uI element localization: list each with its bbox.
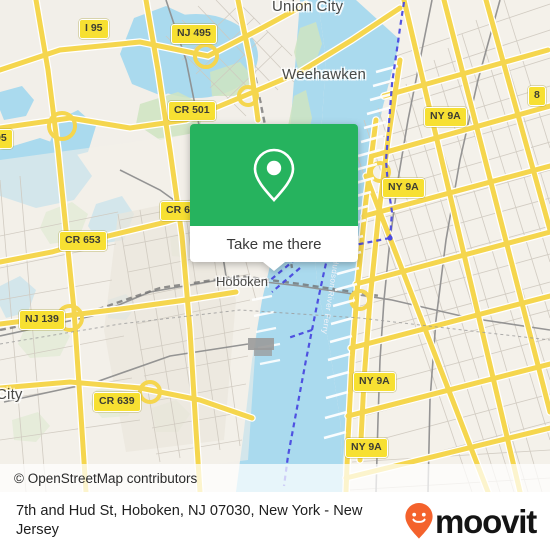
osm-attribution-bar: © OpenStreetMap contributors [0,464,550,492]
route-shield[interactable]: NJ 139 [19,310,65,330]
route-shield[interactable]: CR 501 [168,101,216,121]
map-pin-icon [253,148,295,202]
route-shield[interactable]: I 95 [79,19,109,39]
route-shield[interactable]: CR 639 [93,392,141,412]
route-shield[interactable]: 8 [528,86,546,106]
osm-attribution-text[interactable]: © OpenStreetMap contributors [14,471,197,486]
route-shield[interactable]: CR 653 [59,231,107,251]
route-shield[interactable]: 95 [0,129,13,149]
moovit-location-card: Union City Weehawken Hoboken City I 95 N… [0,0,550,550]
route-shield[interactable]: NY 9A [424,107,467,127]
moovit-pin-icon [405,503,433,539]
route-shield[interactable]: NJ 495 [171,24,217,44]
route-shield[interactable]: NY 9A [353,372,396,392]
location-callout-card[interactable]: Take me there [190,124,358,271]
route-shield[interactable]: NY 9A [382,178,425,198]
take-me-there-button[interactable]: Take me there [190,226,358,262]
moovit-logo[interactable]: moovit [404,502,542,540]
footer-bar: 7th and Hud St, Hoboken, NJ 07030, New Y… [0,492,550,550]
callout-header [190,124,358,226]
map-canvas[interactable]: Union City Weehawken Hoboken City I 95 N… [0,0,550,492]
route-shield[interactable]: NY 9A [345,438,388,458]
location-title: 7th and Hud St, Hoboken, NJ 07030, New Y… [16,503,363,538]
callout-tail [263,262,285,271]
take-me-there-label: Take me there [226,235,322,253]
moovit-wordmark: moovit [435,502,537,540]
